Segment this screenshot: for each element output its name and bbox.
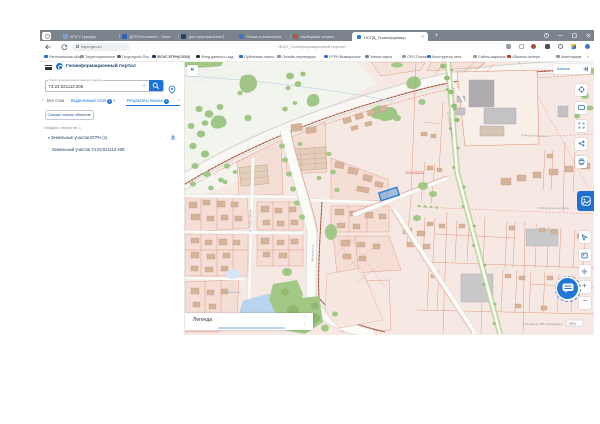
svg-text:© Росреестр, ППК «Роскадастр»: © Росреестр, ППК «Роскадастр» <box>523 322 563 326</box>
svg-text:ул. Клары Цеткин: ул. Клары Цеткин <box>248 209 252 232</box>
svg-text:оз. Бугристое: оз. Бугристое <box>223 290 241 294</box>
svg-text:ст Мичуринец-машзавод: ст Мичуринец-машзавод <box>537 206 569 210</box>
svg-text:200 м: 200 м <box>569 322 576 326</box>
svg-text:74:24:021112: 74:24:021112 <box>405 171 424 175</box>
